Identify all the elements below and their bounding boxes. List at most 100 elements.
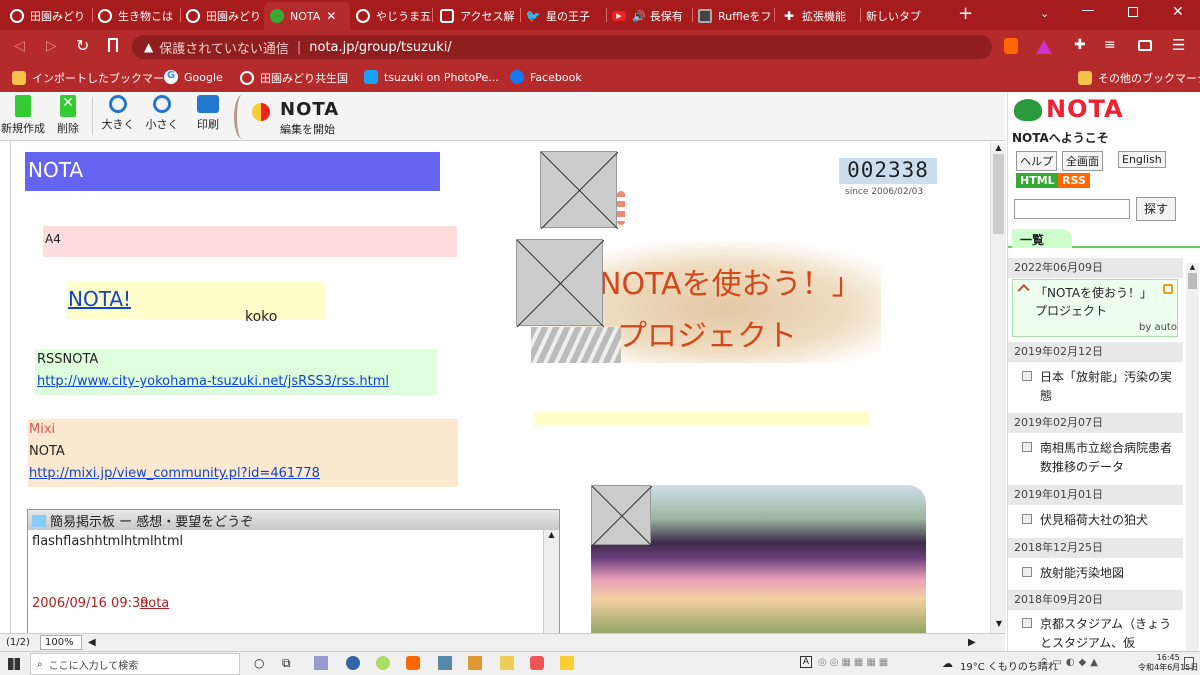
task-view-icon[interactable]: ⧉ — [282, 656, 291, 671]
app-icon[interactable] — [314, 656, 328, 670]
list-item[interactable]: 放射能汚染地図 — [1022, 564, 1182, 583]
url-text: nota.jp/group/tsuzuki/ — [309, 39, 452, 55]
board-user-link[interactable]: nota — [140, 596, 169, 611]
new-button[interactable]: 新規作成 — [0, 95, 46, 136]
app-icon[interactable] — [560, 656, 574, 670]
fullscreen-button[interactable]: 全画面 — [1062, 151, 1103, 171]
list-date: 2019年01月01日 — [1008, 485, 1183, 505]
close-tab-icon[interactable]: ✕ — [326, 9, 336, 23]
tab[interactable]: やじうま五 — [356, 2, 432, 30]
system-tray-icons[interactable]: ^▭◐◆▲ — [1040, 657, 1102, 668]
app-icon[interactable] — [530, 656, 544, 670]
rss-link[interactable]: http://www.city-yokohama-tsuzuki.net/jsR… — [37, 374, 389, 389]
list-item[interactable]: 日本「放射能」汚染の実態 — [1022, 368, 1182, 406]
tab[interactable]: 🐦 星の王子 — [526, 2, 606, 30]
help-button[interactable]: ヘルプ — [1016, 151, 1057, 171]
page-scrollbar[interactable]: ▲ ▼ — [990, 143, 1006, 635]
tab[interactable]: 田園みどり — [10, 2, 88, 30]
scroll-right-icon[interactable]: ▶ — [968, 637, 976, 648]
board-scrollbar[interactable]: ▲ — [543, 530, 559, 635]
tab-strip: 田園みどり 生き物こは 田園みどり NOTA ✕ やじうま五 アクセス解 🐦 星の王… — [0, 0, 1200, 30]
board-header: 簡易掲示板 ー 感想・要望をどうぞ — [28, 510, 559, 530]
zoom-out-button[interactable]: 小さく — [142, 95, 182, 132]
search-input[interactable] — [1014, 199, 1130, 219]
app-icon[interactable] — [376, 656, 390, 670]
frog-logo-icon — [1014, 99, 1042, 121]
tab[interactable]: ▶ 🔊 長保有 — [612, 2, 692, 30]
minimize-icon[interactable] — [1082, 10, 1094, 11]
nota-favicon-icon — [270, 9, 284, 23]
bookmarks-bar: インポートしたブックマーク G Google 田園みどり共生国 tsuzuki o… — [0, 64, 1200, 92]
board-message: flashflashhtmlhtmlhtml — [32, 534, 184, 549]
list-tab[interactable]: 一覧 — [1012, 229, 1072, 248]
cortana-icon[interactable]: ○ — [254, 656, 264, 670]
list-item-selected[interactable]: 「NOTAを使おう！」プロジェクト by auto — [1012, 279, 1178, 337]
wallet-icon[interactable] — [1138, 40, 1152, 51]
tab[interactable]: 新しいタブ — [866, 2, 940, 30]
page-icon — [1022, 514, 1032, 524]
folder-icon[interactable] — [500, 656, 514, 670]
tab[interactable]: アクセス解 — [440, 2, 520, 30]
list-date: 2019年02月07日 — [1008, 413, 1183, 433]
address-bar[interactable]: ▲ 保護されていない通信 | nota.jp/group/tsuzuki/ — [132, 35, 992, 59]
html-button[interactable]: HTML — [1016, 173, 1059, 188]
status-bar: (1/2) 100% ◀ ▶ — [0, 633, 1005, 651]
bookmark-imported[interactable]: インポートしたブックマーク — [12, 70, 175, 86]
forward-icon[interactable]: ▷ — [46, 38, 57, 54]
bookmark-facebook[interactable]: Facebook — [510, 70, 582, 84]
windows-start-icon[interactable] — [8, 658, 20, 670]
bookmark-google[interactable]: G Google — [164, 70, 223, 84]
facebook-icon — [510, 70, 524, 84]
ime-icon[interactable]: A — [800, 656, 812, 668]
edit-start-link[interactable]: 編集を開始 — [280, 121, 335, 137]
extensions-icon[interactable]: ✚ — [1074, 37, 1086, 53]
tray-icons[interactable]: ◎◎▦▦▦▦ — [818, 657, 891, 668]
list-item[interactable]: 伏見稲荷大社の狛犬 — [1022, 511, 1182, 530]
brave-icon[interactable] — [406, 656, 420, 670]
new-tab-button[interactable]: + — [958, 3, 973, 24]
scroll-left-icon[interactable]: ◀ — [88, 637, 96, 648]
bookmark-denen[interactable]: 田園みどり共生国 — [240, 70, 348, 86]
zoom-in-button[interactable]: 大きく — [98, 95, 138, 132]
list-item[interactable]: 南相馬市立総合病院患者数推移のデータ — [1022, 439, 1182, 477]
scroll-down-icon[interactable]: ▼ — [991, 619, 1007, 628]
reload-icon[interactable]: ↻ — [76, 36, 89, 55]
print-button[interactable]: 印刷 — [188, 95, 228, 132]
taskbar-search[interactable]: ⌕ ここに入力して検索 — [30, 653, 240, 675]
globe-icon — [356, 9, 370, 23]
notification-icon[interactable] — [1184, 657, 1194, 669]
list-date: 2022年06月09日 — [1008, 258, 1183, 278]
tab[interactable]: 生き物こは — [98, 2, 178, 30]
brave-shield-icon[interactable] — [1004, 38, 1018, 54]
tab-active[interactable]: NOTA ✕ — [264, 2, 350, 30]
app-icon[interactable] — [468, 656, 482, 670]
list-item[interactable]: 京都スタジアム（きょうとスタジアム、仮 — [1022, 615, 1182, 651]
mixi-link[interactable]: http://mixi.jp/view_community.pl?id=4617… — [29, 466, 320, 481]
rss-title: RSSNOTA — [37, 352, 99, 367]
bookmark-photopea[interactable]: tsuzuki on PhotoPe... — [364, 70, 499, 84]
nota-link[interactable]: NOTA! — [68, 287, 131, 311]
tab[interactable]: 田園みどり — [186, 2, 262, 30]
nota-toolbar: 新規作成 ✕ 削除 大きく 小さく 印刷 NOTA 編集を開始 — [0, 93, 1005, 141]
tab-search-icon[interactable]: ⌄ — [1040, 7, 1049, 20]
bookmark-other[interactable]: その他のブックマーク — [1078, 70, 1200, 86]
search-button[interactable]: 探す — [1136, 197, 1176, 221]
playlist-icon[interactable]: ≡ — [1104, 37, 1116, 53]
restore-icon[interactable] — [1128, 7, 1138, 17]
sidebar-scrollbar[interactable]: ▲ — [1186, 263, 1199, 651]
delete-button[interactable]: ✕ 削除 — [50, 95, 86, 136]
tab[interactable]: ✚ 拡張機能 — [782, 2, 858, 30]
rss-button[interactable]: RSS — [1058, 173, 1090, 188]
bookmark-icon[interactable] — [108, 38, 118, 52]
back-icon[interactable]: ◁ — [14, 38, 25, 54]
zoom-level[interactable]: 100% — [40, 635, 82, 650]
app-icon[interactable] — [438, 656, 452, 670]
close-window-icon[interactable]: ✕ — [1172, 4, 1184, 20]
scroll-thumb[interactable] — [993, 154, 1004, 234]
app-icon[interactable] — [346, 656, 360, 670]
scroll-up-icon[interactable]: ▲ — [991, 143, 1006, 152]
tab[interactable]: Ruffleをフ — [698, 2, 774, 30]
brave-rewards-icon[interactable] — [1036, 40, 1052, 54]
menu-icon[interactable]: ☰ — [1172, 36, 1185, 54]
english-button[interactable]: English — [1118, 151, 1166, 168]
